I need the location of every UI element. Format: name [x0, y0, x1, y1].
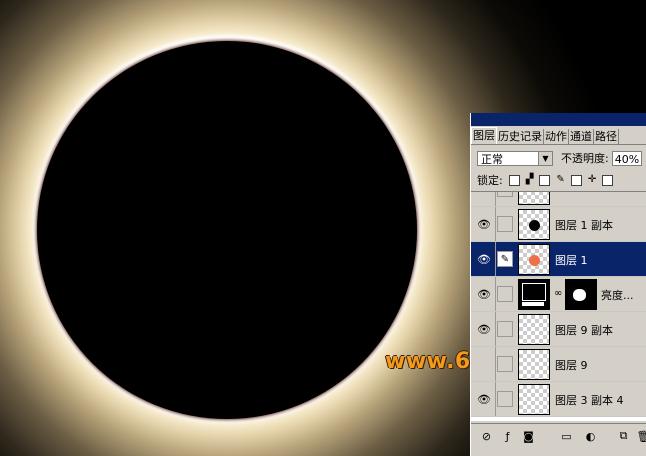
eye-icon[interactable]: 👁: [473, 242, 496, 276]
lock-position-checkbox[interactable]: [570, 174, 582, 186]
tab-channels[interactable]: 通道: [569, 129, 594, 144]
chevron-down-icon[interactable]: ▼: [538, 151, 552, 165]
adjustment-thumbnail: [518, 279, 550, 310]
layer-row[interactable]: 👁 图层 9 副本: [471, 312, 646, 347]
orange-circle-icon: [529, 255, 540, 266]
layer-name: 图层 9 副本: [555, 324, 613, 337]
lock-row: 锁定: ▞ ✎ ✛: [477, 171, 646, 189]
tab-paths[interactable]: 路径: [594, 129, 619, 144]
opacity-input[interactable]: 40%: [611, 150, 642, 166]
layer-thumbnail: [518, 192, 550, 205]
eye-icon[interactable]: 👁: [473, 277, 496, 311]
lock-image-checkbox[interactable]: [539, 174, 551, 186]
black-circle-icon: [529, 220, 540, 231]
new-layer-icon[interactable]: ⧉: [614, 427, 633, 445]
move-icon: ✛: [587, 174, 597, 185]
checker-icon: ▞: [525, 174, 534, 185]
visibility-toggle[interactable]: [473, 347, 496, 381]
blend-mode-select[interactable]: 正常 ▼: [477, 150, 553, 166]
link-toggle[interactable]: [497, 286, 513, 302]
opacity-label: 不透明度:: [561, 152, 609, 165]
layers-panel: 图层 历史记录 动作 通道 路径 正常 ▼ 不透明度: 40% 锁定: ▞ ✎ …: [470, 113, 646, 456]
adjustment-bar: [522, 302, 544, 306]
layer-thumbnail: [518, 384, 550, 415]
chain-link-icon[interactable]: ∞: [554, 288, 562, 299]
layer-name: 图层 1 副本: [555, 219, 613, 232]
layer-name: 图层 3 副本 4: [555, 394, 624, 407]
layer-name: 图层 9: [555, 359, 588, 372]
link-toggle[interactable]: [497, 192, 513, 197]
lock-transparency-checkbox[interactable]: [508, 174, 520, 186]
blend-mode-value: 正常: [481, 152, 503, 166]
link-icon[interactable]: ⊘: [477, 427, 496, 445]
adjustment-inner: [522, 283, 546, 301]
eye-icon[interactable]: 👁: [473, 382, 496, 416]
layer-mask-thumbnail[interactable]: [565, 279, 597, 310]
brush-icon: ✎: [556, 174, 565, 185]
eye-icon[interactable]: 👁: [473, 207, 496, 241]
layer-row-partial[interactable]: [471, 192, 646, 207]
trash-icon[interactable]: 🗑: [634, 427, 646, 445]
link-toggle[interactable]: [497, 356, 513, 372]
paintbrush-icon[interactable]: ✎: [497, 251, 513, 267]
tab-layers[interactable]: 图层: [471, 127, 497, 144]
adjustment-icon[interactable]: ◐: [581, 427, 600, 445]
layer-list: 👁 图层 1 副本 👁 ✎ 图层 1 👁 ∞ 亮度... 👁 图层 9 副本 图…: [471, 191, 646, 421]
layer-row[interactable]: 👁 图层 1 副本: [471, 207, 646, 242]
eclipse-moon-disc: [37, 41, 417, 419]
layers-bottom-toolbar: ⊘ ƒ ◙ ▭ ◐ ⧉ 🗑: [471, 423, 646, 456]
panel-tabs: 图层 历史记录 动作 通道 路径: [471, 127, 646, 145]
panel-titlebar[interactable]: [471, 113, 646, 126]
layer-thumbnail: [518, 314, 550, 345]
fx-icon[interactable]: ƒ: [498, 427, 517, 445]
blend-opacity-row: 正常 ▼ 不透明度: 40%: [477, 149, 646, 167]
lock-label: 锁定:: [477, 174, 503, 187]
eye-icon[interactable]: 👁: [473, 312, 496, 346]
lock-all-checkbox[interactable]: [602, 174, 614, 186]
folder-icon[interactable]: ▭: [557, 427, 576, 445]
layer-row-adjustment[interactable]: 👁 ∞ 亮度...: [471, 277, 646, 312]
layer-row[interactable]: 图层 9: [471, 347, 646, 382]
tab-history[interactable]: 历史记录: [497, 129, 544, 144]
layer-name: 亮度...: [601, 289, 634, 302]
layer-thumbnail: [518, 244, 550, 275]
layer-row[interactable]: 👁 图层 3 副本 4: [471, 382, 646, 417]
mask-blob: [573, 289, 586, 301]
link-toggle[interactable]: [497, 216, 513, 232]
layer-thumbnail: [518, 209, 550, 240]
layer-name: 图层 1: [555, 254, 588, 267]
link-toggle[interactable]: [497, 321, 513, 337]
tab-actions[interactable]: 动作: [544, 129, 569, 144]
visibility-toggle[interactable]: [473, 192, 496, 206]
layer-row-selected[interactable]: 👁 ✎ 图层 1: [471, 242, 646, 277]
link-toggle[interactable]: [497, 391, 513, 407]
mask-icon[interactable]: ◙: [519, 427, 538, 445]
layer-thumbnail: [518, 349, 550, 380]
